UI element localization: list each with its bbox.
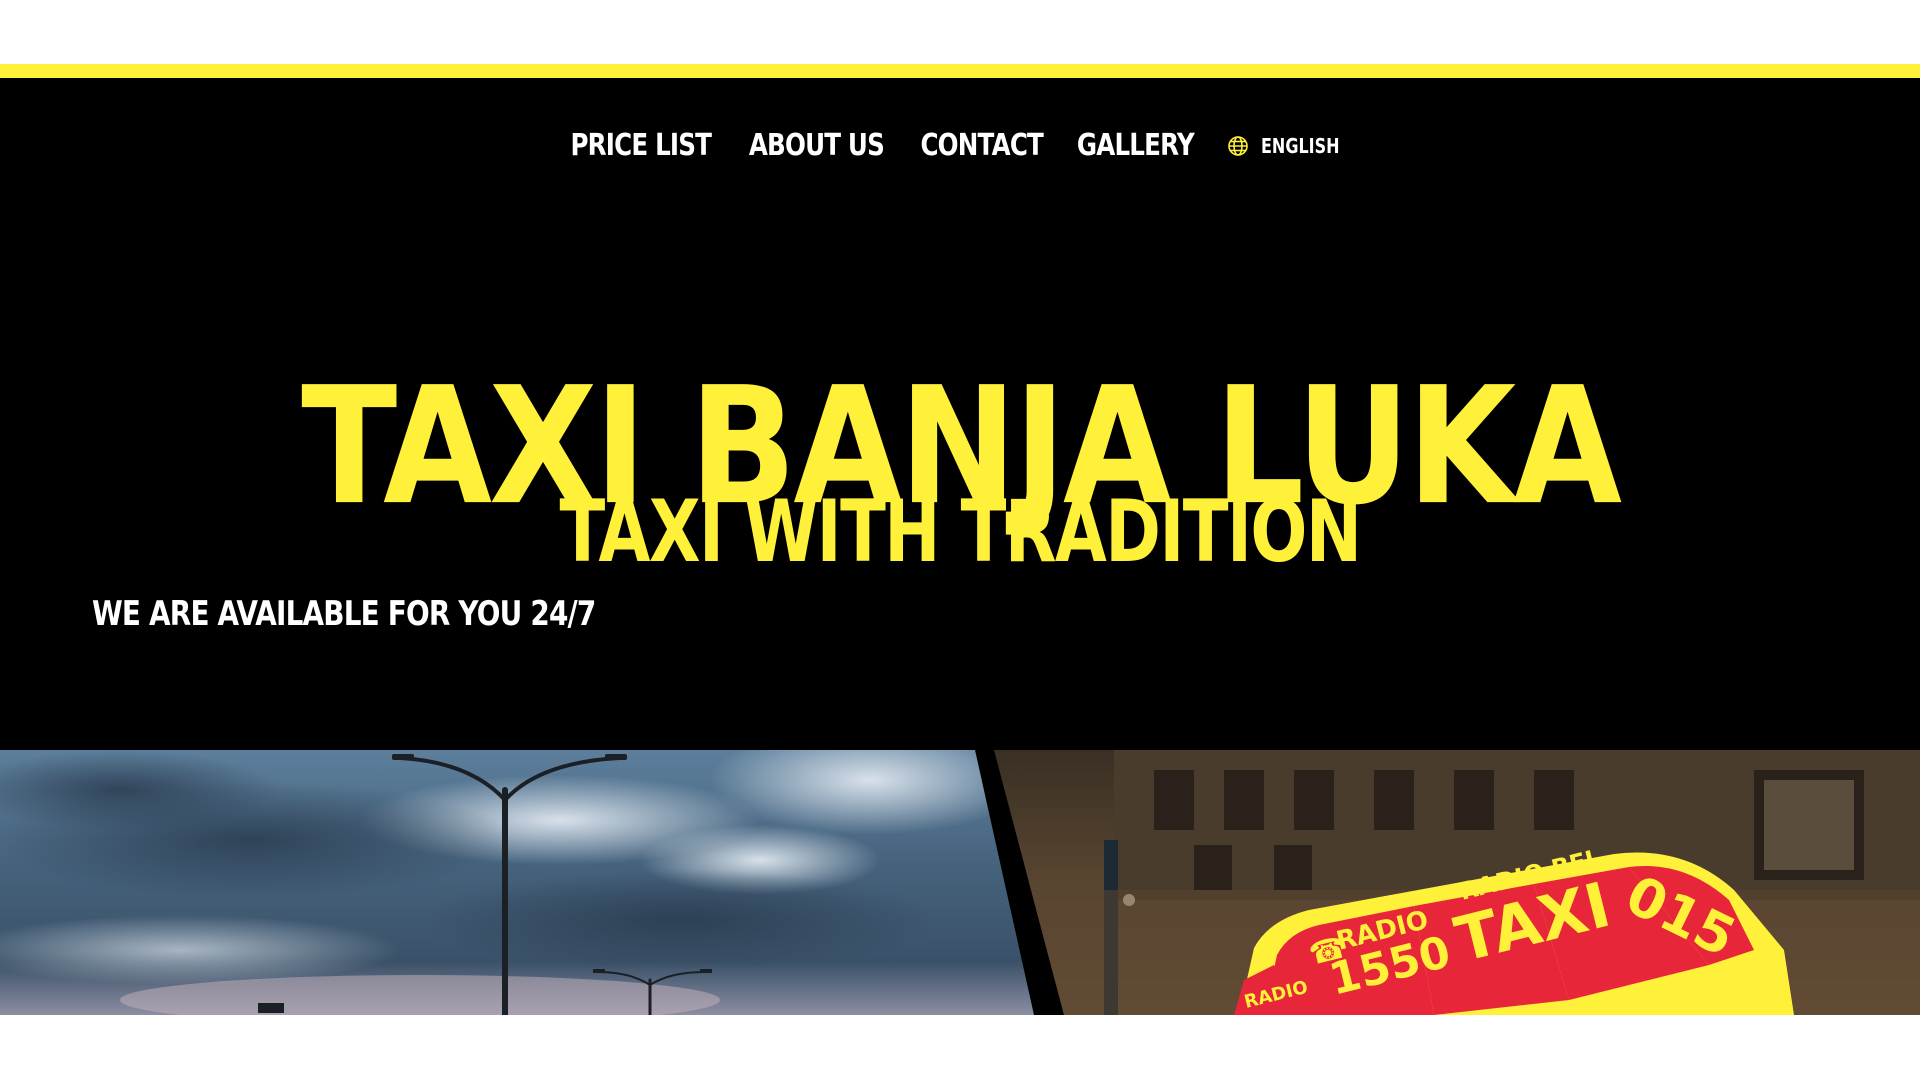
language-label: ENGLISH	[1261, 133, 1340, 158]
main-navigation: PRICE LIST ABOUT US CONTACT GALLERY ENGL…	[0, 128, 1920, 163]
nav-price-list[interactable]: PRICE LIST	[570, 128, 711, 163]
nav-gallery[interactable]: GALLERY	[1077, 128, 1195, 163]
bottom-white-strip	[0, 1015, 1920, 1080]
taxi-sign-photo: ☎ RADIO 1550 RADIO BEL TAXI 015 RADIO	[994, 750, 1920, 1015]
highway-photo	[0, 750, 1034, 1015]
highway-photo-graphic	[0, 750, 1034, 1015]
page: PRICE LIST ABOUT US CONTACT GALLERY ENGL…	[0, 0, 1920, 1080]
top-white-strip	[0, 0, 1920, 64]
nav-about-us[interactable]: ABOUT US	[749, 128, 885, 163]
accent-bar	[0, 64, 1920, 78]
hero-section: PRICE LIST ABOUT US CONTACT GALLERY ENGL…	[0, 78, 1920, 750]
language-selector[interactable]: ENGLISH	[1227, 134, 1359, 158]
page-subtitle: TAXI WITH TRADITION	[559, 482, 1362, 583]
image-strip: ☎ RADIO 1550 RADIO BEL TAXI 015 RADIO	[0, 750, 1920, 1015]
availability-tagline: WE ARE AVAILABLE FOR YOU 24/7	[92, 594, 596, 634]
taxi-sign-photo-graphic: ☎ RADIO 1550 RADIO BEL TAXI 015 RADIO	[994, 750, 1920, 1015]
globe-icon	[1228, 135, 1249, 156]
nav-contact[interactable]: CONTACT	[920, 128, 1043, 163]
